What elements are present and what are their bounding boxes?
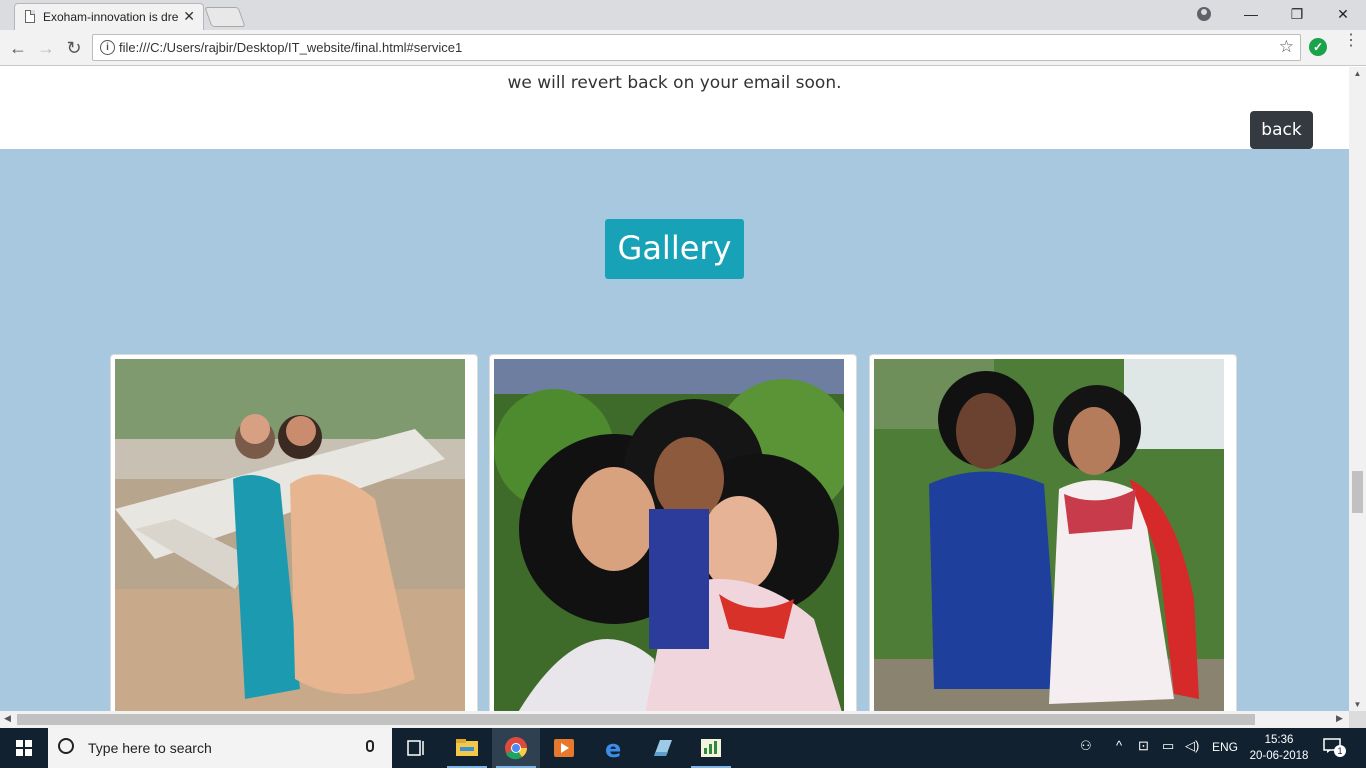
volume-icon[interactable]: ◁) [1185,738,1199,754]
page-favicon-icon [25,10,35,23]
scroll-up-icon[interactable]: ▲ [1349,69,1366,78]
file-explorer-icon[interactable] [443,728,491,768]
reload-icon[interactable]: ↻ [62,36,86,60]
microphone-icon[interactable] [366,740,374,752]
gallery-card[interactable] [110,354,478,711]
taskbar-search-box[interactable]: Type here to search [48,728,392,768]
action-center-icon[interactable]: 1 [1323,738,1346,757]
tab-close-icon[interactable]: ✕ [183,8,195,25]
minimize-button[interactable]: — [1228,0,1274,28]
language-indicator[interactable]: ENG [1212,740,1238,754]
close-window-button[interactable]: ✕ [1320,0,1366,28]
horizontal-scroll-thumb[interactable] [17,714,1255,725]
chrome-icon[interactable] [492,728,540,768]
scroll-left-icon[interactable]: ◀ [4,713,11,724]
battery-icon[interactable]: ▭ [1162,738,1174,754]
back-button[interactable]: back [1250,111,1313,149]
restore-button[interactable]: ❐ [1274,0,1320,28]
search-placeholder: Type here to search [88,740,212,756]
gallery-heading: Gallery [605,219,744,279]
scroll-right-icon[interactable]: ▶ [1336,713,1343,724]
new-tab-button[interactable] [204,7,246,27]
notification-badge: 1 [1334,745,1346,757]
browser-tab[interactable]: Exoham-innovation is dre ✕ [14,3,204,30]
extension-check-icon[interactable]: ✓ [1309,38,1327,56]
gallery-photo [115,359,465,711]
notepad-icon[interactable] [638,728,686,768]
back-arrow-icon[interactable]: ← [6,36,30,60]
scroll-down-icon[interactable]: ▼ [1349,700,1366,709]
windows-logo-icon [16,740,32,756]
info-icon[interactable]: i [100,40,115,55]
bookmark-star-icon[interactable]: ☆ [1279,37,1294,57]
vertical-scrollbar[interactable]: ▲ ▼ [1349,67,1366,711]
show-hidden-icons-icon[interactable]: ^ [1116,738,1122,753]
spreadsheet-app-icon[interactable] [687,728,735,768]
task-view-button[interactable] [392,728,440,768]
horizontal-scrollbar[interactable]: ◀ ▶ [0,711,1349,728]
forward-arrow-icon[interactable]: → [34,36,58,60]
address-bar[interactable]: i file:///C:/Users/rajbir/Desktop/IT_web… [92,34,1301,61]
gallery-photo [874,359,1224,711]
start-button[interactable] [0,728,48,768]
network-icon[interactable]: ⊡ [1138,738,1149,754]
browser-toolbar: ← → ↻ i file:///C:/Users/rajbir/Desktop/… [0,30,1366,66]
gallery-card[interactable] [869,354,1237,711]
gallery-card[interactable] [489,354,857,711]
clock-date: 20-06-2018 [1249,750,1309,762]
people-icon[interactable]: ⚇ [1080,738,1092,754]
url-text[interactable]: file:///C:/Users/rajbir/Desktop/IT_websi… [119,40,462,55]
scrollbar-corner [1349,711,1366,728]
clock-time: 15:36 [1264,734,1294,746]
edge-icon[interactable]: e [590,728,638,768]
media-player-icon[interactable] [540,728,588,768]
clock[interactable]: 15:36 20-06-2018 [1240,732,1318,764]
profile-icon[interactable] [1197,7,1211,21]
tab-title: Exoham-innovation is dre [43,10,179,24]
browser-menu-icon[interactable]: ⋮ [1343,33,1359,49]
cortana-icon [58,738,74,754]
revert-message: we will revert back on your email soon. [507,73,842,93]
windows-taskbar: Type here to search e ⚇ ^ ⊡ ▭ ◁) ENG 15:… [0,728,1366,768]
tab-strip: Exoham-innovation is dre ✕ — ❐ ✕ [0,0,1366,30]
gallery-section: Gallery [0,149,1349,711]
svg-text:e: e [605,735,621,763]
vertical-scroll-thumb[interactable] [1352,471,1363,513]
page-viewport: we will revert back on your email soon. … [0,67,1349,711]
gallery-photo [494,359,844,711]
